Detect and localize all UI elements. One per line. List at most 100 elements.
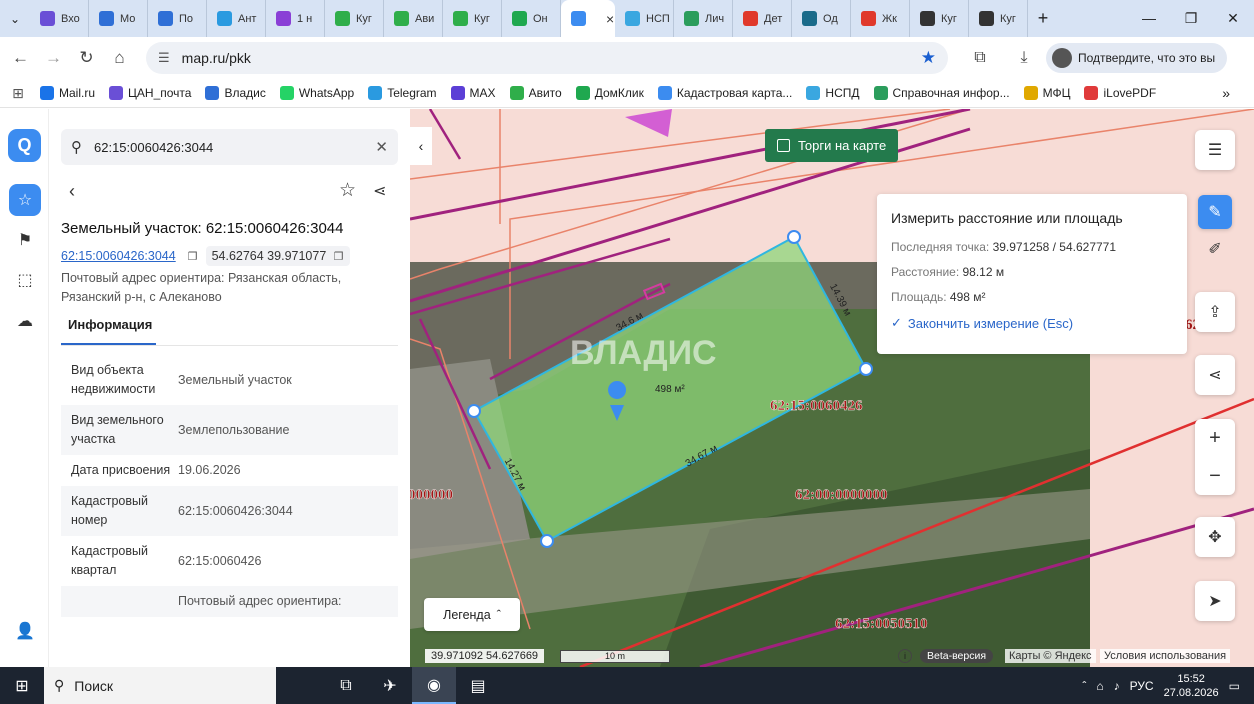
map-copyright[interactable]: Карты © Яндекс [1005,649,1096,663]
flag-nav-icon[interactable]: ⚑ [9,224,41,256]
bookmark-item[interactable]: Владис [205,86,266,100]
forward-button[interactable]: → [37,48,70,68]
tray-chevron-icon[interactable]: ˆ [1082,679,1086,693]
close-tab-icon[interactable]: × [606,11,614,27]
select-area-nav-icon[interactable]: ⬚ [9,264,41,296]
network-icon[interactable]: ⌂ [1096,679,1103,693]
bookmark-item[interactable]: Mail.ru [40,86,95,100]
browser-tab[interactable]: Мо [89,0,148,37]
bookmark-star-icon[interactable]: ★ [921,48,936,68]
browser-tab[interactable]: По [148,0,207,37]
taskbar-app-icon[interactable]: ✈ [368,667,412,704]
minimize-button[interactable]: — [1128,10,1170,27]
pan-button[interactable]: ✥ [1195,517,1235,557]
browser-tab[interactable]: Вхо [30,0,89,37]
info-icon[interactable]: i [898,649,912,663]
browser-tab[interactable]: Жк [851,0,910,37]
cadastral-number-link[interactable]: 62:15:0060426:3044 [61,249,176,263]
tab-label: Куг [474,12,490,25]
start-button[interactable]: ⊞ [0,676,44,696]
cadastral-search-input[interactable]: ⚲ 62:15:0060426:3044 ✕ [61,129,398,165]
vertex-handle[interactable] [859,362,873,376]
upload-button[interactable]: ⇪ [1195,292,1235,332]
share-icon[interactable]: ⋖ [373,181,386,201]
clear-search-icon[interactable]: ✕ [375,138,388,156]
taskbar-search[interactable]: ⚲ Поиск [44,667,276,704]
browser-tab[interactable]: Ави [384,0,443,37]
browser-tab[interactable]: Куг [910,0,969,37]
cadastral-map[interactable]: 498 м² 34.6 м 14.39 м 34.67 м 14.27 м ВЛ… [410,109,1254,667]
task-view-icon[interactable]: ⧉ [324,667,368,704]
terms-link[interactable]: Условия использования [1100,649,1231,663]
bookmark-item[interactable]: ЦАН_почта [109,86,191,100]
address-bar[interactable]: ☰ map.ru/pkk ★ [146,42,948,74]
legend-button[interactable]: Легенда ˆ [424,598,520,631]
zoom-out-button[interactable]: − [1195,457,1235,495]
vertex-handle[interactable] [787,230,801,244]
bookmark-item[interactable]: Авито [509,86,562,100]
share-map-button[interactable]: ⋖ [1195,355,1235,395]
browser-tab[interactable]: Он [502,0,561,37]
browser-tab[interactable]: Дет [733,0,792,37]
file-explorer-icon[interactable]: ▤ [456,667,500,704]
maximize-button[interactable]: ❐ [1170,10,1212,27]
browser-tab[interactable]: Од [792,0,851,37]
tab-information[interactable]: Информация [61,317,156,345]
bookmark-item[interactable]: MAX [450,86,496,100]
vertex-handle[interactable] [540,534,554,548]
browser-tab[interactable]: Куг [443,0,502,37]
location-pin-icon[interactable] [608,381,627,399]
collapse-sidebar-button[interactable]: ‹ [410,127,432,165]
bookmark-item[interactable]: Telegram [368,86,437,100]
more-bookmarks-icon[interactable]: » [1222,85,1230,101]
ruler-button[interactable]: ✎ [1198,195,1232,229]
back-button[interactable]: ← [4,48,37,68]
tab-search-button[interactable]: ⌄ [0,0,30,37]
browser-tab[interactable]: × [561,0,615,37]
checkbox-icon[interactable] [777,139,790,152]
copy-coords-icon[interactable]: ❐ [334,251,344,263]
bookmark-item[interactable]: МФЦ [1023,86,1070,100]
map-canvas[interactable]: 498 м² 34.6 м 14.39 м 34.67 м 14.27 м ВЛ… [410,109,1254,667]
notifications-icon[interactable]: ▭ [1229,679,1240,693]
layers-button[interactable]: ☰ [1195,130,1235,170]
zoom-in-button[interactable]: + [1195,419,1235,457]
home-button[interactable]: ⌂ [103,48,136,68]
favorite-star-icon[interactable]: ☆ [339,179,356,202]
finish-measure-button[interactable]: ✓ Закончить измерение (Esc) [891,315,1173,331]
site-info-icon[interactable]: ☰ [158,50,170,66]
cloud-nav-icon[interactable]: ☁ [9,305,41,337]
extensions-icon[interactable]: ⧉ [958,49,1002,67]
language-indicator[interactable]: РУС [1130,679,1154,693]
chrome-taskbar-icon[interactable]: ◉ [412,667,456,704]
bookmark-item[interactable]: НСПД [806,86,860,100]
reload-button[interactable]: ↻ [70,48,103,68]
clock[interactable]: 15:52 27.08.2026 [1164,672,1219,700]
browser-tab[interactable]: Куг [325,0,384,37]
app-logo-icon[interactable]: Q [8,129,41,162]
apps-grid-icon[interactable]: ⊞ [0,85,36,102]
user-nav-icon[interactable]: 👤 [9,615,41,647]
torgi-toggle[interactable]: Торги на карте [765,129,898,162]
bookmark-item[interactable]: iLovePDF [1084,86,1156,100]
profile-button[interactable]: Подтвердите, что это вы [1046,43,1228,73]
vertex-handle[interactable] [467,404,481,418]
copy-icon[interactable]: ❐ [188,250,198,263]
volume-icon[interactable]: ♪ [1114,679,1120,693]
back-arrow-icon[interactable]: ‹ [69,181,75,202]
bookmark-item[interactable]: Справочная инфор... [873,86,1010,100]
browser-tab[interactable]: Ант [207,0,266,37]
browser-tab[interactable]: Куг [969,0,1028,37]
edit-button[interactable]: ✐ [1195,229,1235,269]
browser-tab[interactable]: 1 н [266,0,325,37]
close-window-button[interactable]: ✕ [1212,10,1254,27]
geolocation-button[interactable]: ➤ [1195,581,1235,621]
browser-tab[interactable]: Лич [674,0,733,37]
bookmark-item[interactable]: Кадастровая карта... [657,86,792,100]
new-tab-button[interactable]: + [1028,8,1058,29]
favorites-nav-icon[interactable]: ☆ [9,184,41,216]
downloads-icon[interactable]: ⤓ [1002,49,1046,67]
browser-tab[interactable]: НСП [615,0,674,37]
bookmark-item[interactable]: ДомКлик [575,86,644,100]
bookmark-item[interactable]: WhatsApp [279,86,354,100]
